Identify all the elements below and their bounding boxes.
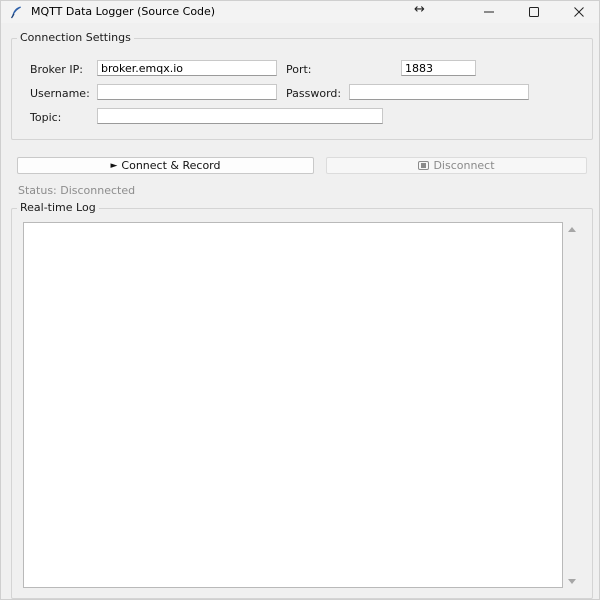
window-title: MQTT Data Logger (Source Code) xyxy=(31,5,216,18)
connect-record-button[interactable]: ► Connect & Record xyxy=(17,157,314,174)
broker-ip-label: Broker IP: xyxy=(30,63,83,76)
status-text: Status: Disconnected xyxy=(18,184,136,197)
topic-input[interactable] xyxy=(97,108,383,124)
password-input[interactable] xyxy=(349,84,529,100)
log-text-area[interactable] xyxy=(23,222,563,588)
resize-arrows-icon: ↔ xyxy=(414,2,425,17)
stop-icon xyxy=(418,161,430,170)
log-scrollbar[interactable] xyxy=(565,222,580,588)
port-label: Port: xyxy=(286,63,312,76)
password-label: Password: xyxy=(286,87,342,100)
maximize-button[interactable] xyxy=(511,1,557,23)
realtime-log-title: Real-time Log xyxy=(17,201,99,214)
title-bar[interactable]: MQTT Data Logger (Source Code) ↔ xyxy=(1,1,599,23)
scroll-down-arrow-icon[interactable] xyxy=(568,579,576,584)
broker-ip-input[interactable] xyxy=(97,60,277,76)
disconnect-label: Disconnect xyxy=(433,159,495,172)
connect-record-label: Connect & Record xyxy=(121,159,221,172)
scroll-up-arrow-icon[interactable] xyxy=(568,227,576,232)
play-icon: ► xyxy=(110,160,118,171)
port-input[interactable] xyxy=(401,60,476,76)
connection-settings-title: Connection Settings xyxy=(17,31,134,44)
disconnect-button[interactable]: Disconnect xyxy=(326,157,587,174)
minimize-icon xyxy=(484,11,494,13)
topic-label: Topic: xyxy=(30,111,62,124)
app-window: MQTT Data Logger (Source Code) ↔ Connect… xyxy=(0,0,600,600)
feather-icon xyxy=(9,5,23,19)
close-icon xyxy=(574,7,584,17)
close-button[interactable] xyxy=(556,1,600,23)
maximize-icon xyxy=(529,7,539,17)
minimize-button[interactable] xyxy=(466,1,512,23)
username-input[interactable] xyxy=(97,84,277,100)
username-label: Username: xyxy=(30,87,90,100)
